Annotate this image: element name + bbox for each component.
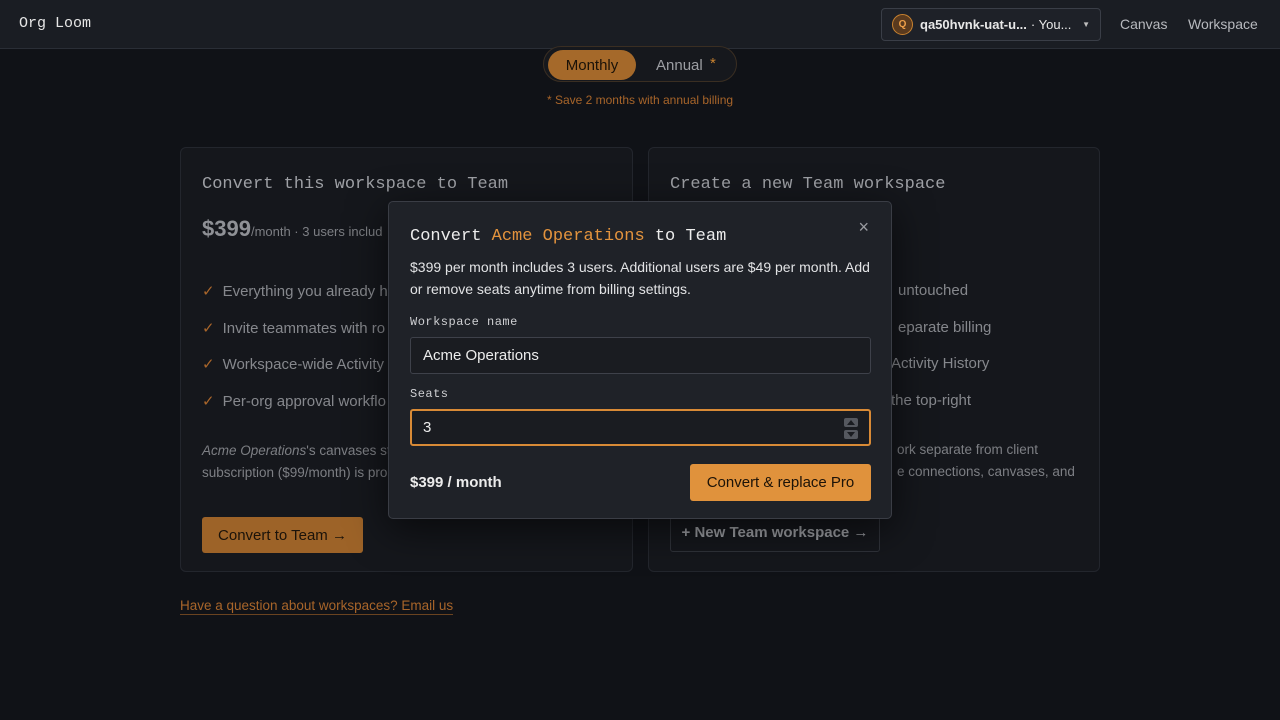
chevron-down-icon: ▼ <box>1082 20 1090 29</box>
feature-item: ✓ Everything you already h <box>202 282 388 300</box>
brand-logo[interactable]: Org Loom <box>19 15 91 32</box>
toggle-monthly[interactable]: Monthly <box>548 50 636 80</box>
feature-item: ✓ Per-org approval workflo <box>202 392 386 410</box>
nav-canvas[interactable]: Canvas <box>1120 16 1167 32</box>
feature-text: Invite teammates with ro <box>222 320 386 337</box>
modal-description: $399 per month includes 3 users. Additio… <box>410 259 870 297</box>
avatar: Q <box>892 14 913 35</box>
feature-text: Per-org approval workflo <box>222 393 386 410</box>
stepper-down-icon[interactable] <box>844 430 858 439</box>
checkmark-icon: ✓ <box>202 356 215 373</box>
convert-to-team-button[interactable]: Convert to Team → <box>202 517 363 553</box>
seats-label: Seats <box>410 387 449 401</box>
card-price: $399/month · 3 users includ <box>202 216 382 242</box>
convert-replace-pro-button[interactable]: Convert & replace Pro <box>690 464 871 501</box>
workspace-name-label: Workspace name <box>410 315 518 329</box>
feature-item: ✓ Workspace-wide Activity <box>202 355 384 373</box>
feature-text: eparate billing <box>898 319 992 336</box>
checkmark-icon: ✓ <box>202 283 215 300</box>
desc-text: e connections, canvases, and <box>897 464 1075 479</box>
nav-workspace[interactable]: Workspace <box>1188 16 1258 32</box>
checkmark-icon: ✓ <box>202 320 215 337</box>
feature-text: Everything you already h <box>222 283 388 300</box>
annual-savings-note: * Save 2 months with annual billing <box>546 93 734 107</box>
feature-text: the top-right <box>891 392 972 409</box>
feature-text: Activity History <box>891 355 990 372</box>
desc-text: ork separate from client <box>897 442 1039 457</box>
stepper-up-icon[interactable] <box>844 418 858 427</box>
price-amount: $399 <box>202 216 251 241</box>
desc-text: 's canvases sta <box>306 443 399 458</box>
account-name: qa50hvnk-uat-u... <box>920 17 1027 32</box>
seats-value: 3 <box>423 419 432 436</box>
card-title: Create a new Team workspace <box>670 175 946 194</box>
quantity-stepper[interactable] <box>844 418 858 439</box>
feature-text: Workspace-wide Activity <box>222 356 385 373</box>
account-role: · You... <box>1030 17 1072 32</box>
top-bar: Org Loom Q qa50hvnk-uat-u... · You... ▼ … <box>0 0 1280 49</box>
workspace-name-italic: Acme Operations <box>202 443 307 458</box>
feature-item: ✓ Invite teammates with ro <box>202 319 385 337</box>
desc-text: subscription ($99/month) is pro <box>202 465 388 480</box>
annual-asterisk: * <box>710 55 716 72</box>
seats-input[interactable]: 3 <box>410 409 871 446</box>
toggle-annual[interactable]: Annual <box>656 57 703 74</box>
monthly-total: $399 / month <box>410 474 502 491</box>
modal-title: Convert Acme Operations to Team <box>410 227 726 246</box>
title-prefix: Convert <box>410 227 482 246</box>
feature-text: untouched <box>898 282 969 299</box>
title-suffix: to Team <box>654 227 727 246</box>
workspace-name-input[interactable]: Acme Operations <box>410 337 871 374</box>
checkmark-icon: ✓ <box>202 393 215 410</box>
billing-toggle: Monthly Annual * <box>543 46 737 82</box>
close-icon[interactable]: × <box>858 217 869 238</box>
email-us-link[interactable]: Have a question about workspaces? Email … <box>180 598 454 615</box>
price-suffix: /month · 3 users includ <box>250 224 383 239</box>
title-workspace-name: Acme Operations <box>491 227 645 246</box>
card-title: Convert this workspace to Team <box>202 175 509 194</box>
account-switcher[interactable]: Q qa50hvnk-uat-u... · You... ▼ <box>881 8 1101 41</box>
convert-modal: × Convert Acme Operations to Team $399 p… <box>388 201 892 519</box>
